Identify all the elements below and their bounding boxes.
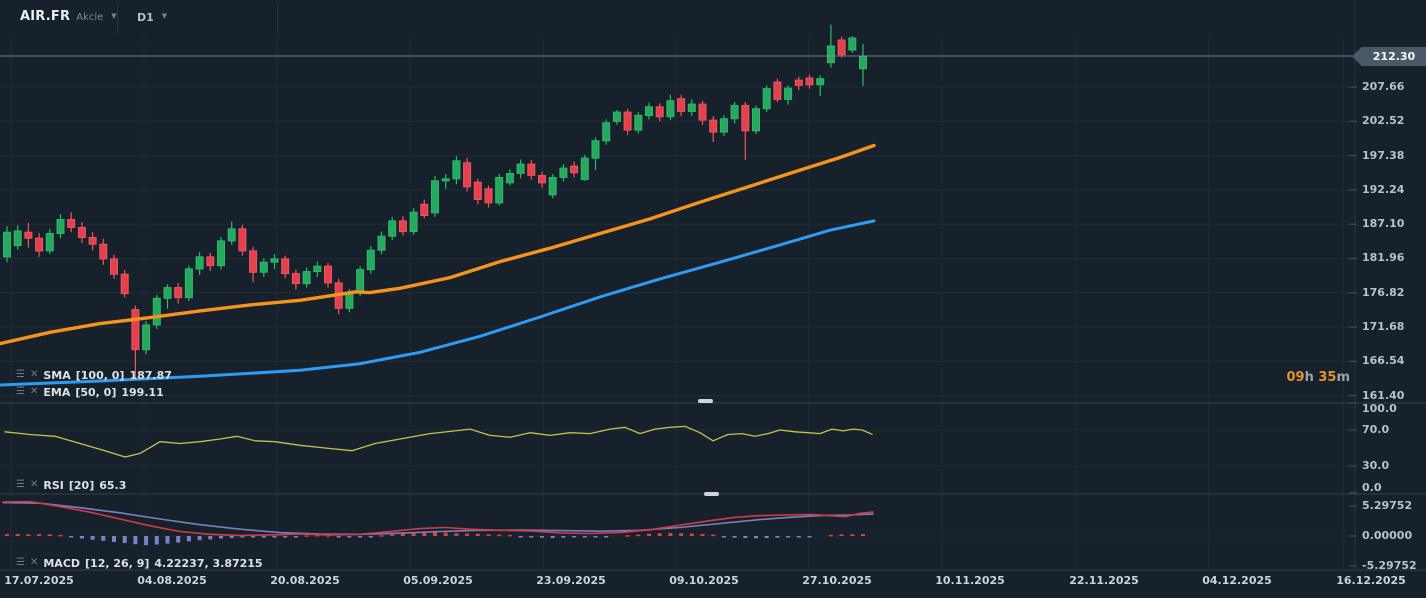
instrument-type-label: Akcie [76, 12, 104, 23]
ema-params: [50, 0] [75, 385, 117, 399]
countdown-minutes: 35 [1318, 370, 1337, 385]
price-axis-label: 192.24 [1362, 182, 1405, 196]
time-axis-label: 04.12.2025 [1202, 574, 1272, 587]
chevron-down-icon: ▼ [161, 11, 168, 20]
indicator-close-icon[interactable]: ✕ [30, 387, 38, 397]
time-axis-label: 23.09.2025 [536, 574, 606, 587]
time-axis-label: 10.11.2025 [935, 574, 1005, 587]
time-axis-label: 09.10.2025 [669, 574, 739, 587]
session-countdown: 09h 35m [1286, 370, 1350, 385]
rsi-axis-label: 30.0 [1362, 459, 1390, 472]
rsi-value: 65.3 [99, 478, 127, 492]
countdown-minutes-unit: m [1336, 370, 1350, 385]
price-axis-label: 207.66 [1362, 80, 1405, 93]
time-axis-label: 27.10.2025 [802, 574, 872, 587]
price-axis-label: 187.10 [1362, 217, 1405, 231]
current-price-badge: 212.30 [1352, 47, 1426, 66]
chevron-down-icon: ▼ [111, 12, 117, 20]
sma-params: [100, 0] [75, 368, 125, 382]
time-axis-label: 16.12.2025 [1336, 574, 1406, 587]
countdown-hours: 09 [1286, 370, 1305, 385]
timeframe-label: D1 [137, 11, 154, 24]
price-axis-label: 202.52 [1362, 114, 1405, 128]
price-axis-label: 166.54 [1362, 354, 1405, 368]
legend-ema[interactable]: ☰ ✕ EMA [50, 0] 199.11 [16, 385, 169, 399]
time-axis-label: 04.08.2025 [137, 574, 207, 587]
legend-rsi[interactable]: ☰ ✕ RSI [20] 65.3 [16, 478, 131, 492]
ema-value: 199.11 [121, 385, 164, 399]
price-axis-label: 176.82 [1362, 285, 1405, 299]
macd-name: MACD [43, 556, 81, 570]
rsi-axis-label: 0.0 [1362, 481, 1382, 494]
indicator-close-icon[interactable]: ✕ [30, 370, 38, 380]
time-axis-label: 20.08.2025 [270, 574, 340, 587]
time-axis-label: 05.09.2025 [403, 574, 473, 587]
indicator-settings-icon[interactable]: ☰ [16, 558, 25, 568]
chart-canvas[interactable] [0, 0, 1426, 598]
indicator-close-icon[interactable]: ✕ [30, 558, 38, 568]
countdown-hours-unit: h [1304, 370, 1314, 385]
macd-axis-label: -5.29752 [1362, 558, 1417, 572]
macd-params: [12, 26, 9] [85, 556, 150, 570]
macd-panel-resize-handle[interactable] [704, 492, 719, 496]
indicator-close-icon[interactable]: ✕ [30, 480, 38, 490]
rsi-panel-resize-handle[interactable] [698, 399, 713, 403]
ema-name: EMA [43, 385, 71, 399]
trading-chart-window: AIR.FR Akcie ▼ D1 ▼ ☰ ✕ SMA [100, 0] 187.8… [0, 0, 1426, 598]
price-axis-label: 161.40 [1362, 388, 1405, 402]
time-axis-label: 22.11.2025 [1069, 574, 1139, 587]
macd-axis-label: 0.00000 [1362, 529, 1413, 542]
toolbar-divider [277, 3, 278, 33]
macd-axis-label: 5.29752 [1362, 499, 1413, 512]
rsi-axis-label: 100.0 [1362, 402, 1397, 415]
macd-value: 4.22237, 3.87215 [154, 556, 263, 570]
indicator-settings-icon[interactable]: ☰ [16, 480, 25, 490]
indicator-settings-icon[interactable]: ☰ [16, 370, 25, 380]
price-axis-label: 171.68 [1362, 320, 1405, 334]
symbol-selector[interactable]: AIR.FR Akcie ▼ [20, 9, 117, 24]
price-axis-label: 181.96 [1362, 251, 1405, 265]
sma-value: 187.87 [129, 368, 172, 382]
time-axis-label: 17.07.2025 [4, 574, 74, 587]
sma-name: SMA [43, 368, 71, 382]
legend-macd[interactable]: ☰ ✕ MACD [12, 26, 9] 4.22237, 3.87215 [16, 556, 268, 570]
rsi-name: RSI [43, 478, 64, 492]
legend-sma[interactable]: ☰ ✕ SMA [100, 0] 187.87 [16, 368, 177, 382]
rsi-params: [20] [68, 478, 95, 492]
timeframe-selector[interactable]: D1 ▼ [137, 11, 167, 24]
chart-toolbar: AIR.FR Akcie ▼ D1 ▼ [0, 0, 1426, 36]
toolbar-divider [117, 3, 118, 33]
indicator-settings-icon[interactable]: ☰ [16, 387, 25, 397]
symbol-label: AIR.FR [20, 9, 71, 24]
rsi-axis-label: 70.0 [1362, 423, 1390, 436]
price-axis-label: 197.38 [1362, 148, 1405, 162]
